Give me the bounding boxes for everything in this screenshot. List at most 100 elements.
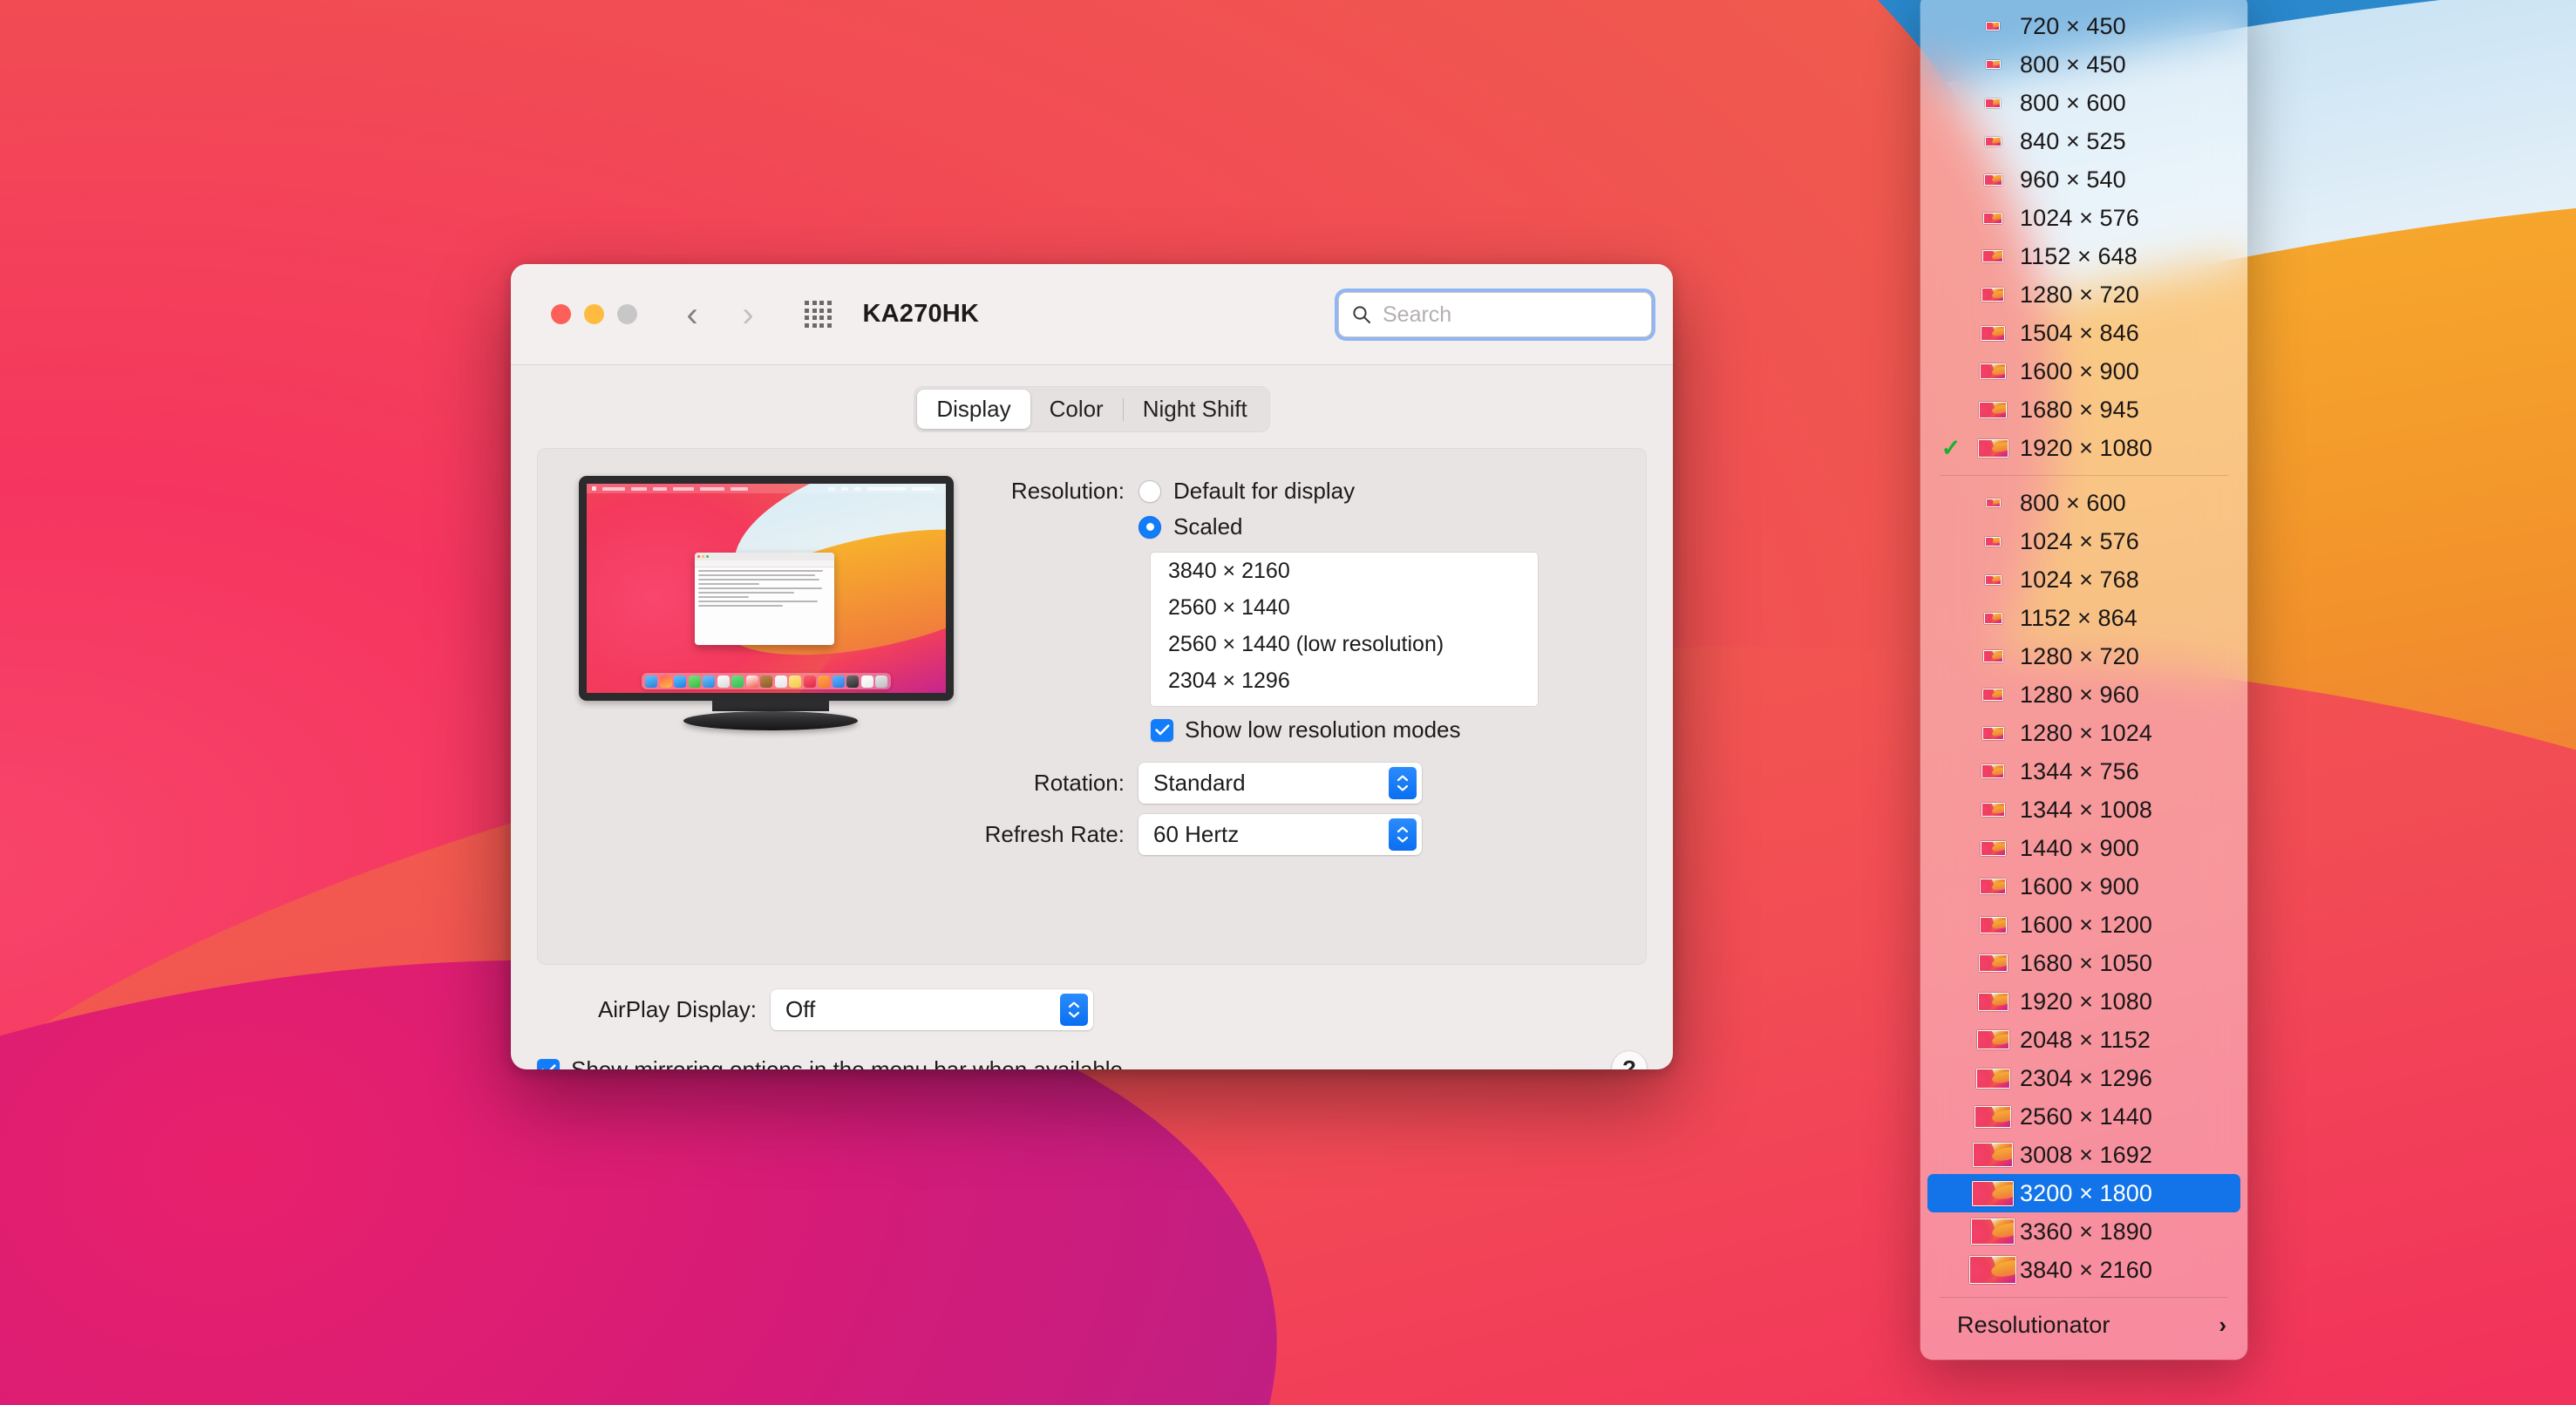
- menu-item-label: 1152 × 864: [2020, 604, 2138, 631]
- menu-item-resolution[interactable]: 1152 × 648: [1927, 237, 2240, 275]
- menu-item-resolution[interactable]: 3200 × 1800: [1927, 1174, 2240, 1212]
- menu-item-resolution[interactable]: 1280 × 720: [1927, 637, 2240, 675]
- menu-item-resolution[interactable]: 840 × 525: [1927, 122, 2240, 160]
- tab-display[interactable]: Display: [917, 390, 1030, 429]
- display-thumbnail-icon: [1973, 1143, 2013, 1167]
- menu-item-resolution[interactable]: 2560 × 1440: [1927, 1097, 2240, 1136]
- display-thumbnail-icon: [1980, 363, 2006, 379]
- menu-item-resolution[interactable]: 1280 × 720: [1927, 275, 2240, 314]
- menu-item-resolution[interactable]: 1152 × 864: [1927, 599, 2240, 637]
- menu-item-resolution[interactable]: 720 × 450: [1927, 7, 2240, 45]
- search-field[interactable]: [1338, 292, 1652, 337]
- zoom-button[interactable]: [617, 304, 637, 324]
- chevron-updown-icon[interactable]: [1389, 767, 1417, 799]
- menu-item-resolution[interactable]: 1440 × 900: [1927, 829, 2240, 867]
- display-thumbnail-icon: [1983, 612, 2002, 624]
- menu-item-resolution[interactable]: 1680 × 945: [1927, 390, 2240, 429]
- menu-item-label: 1024 × 768: [2020, 566, 2139, 593]
- menu-separator: [1940, 1297, 2228, 1298]
- menu-item-resolution[interactable]: 3840 × 2160: [1927, 1251, 2240, 1289]
- menu-item-resolution[interactable]: 1024 × 576: [1927, 522, 2240, 560]
- tab-color[interactable]: Color: [1030, 390, 1123, 429]
- menu-item-resolution[interactable]: 1504 × 846: [1927, 314, 2240, 352]
- search-icon: [1353, 306, 1370, 323]
- list-item[interactable]: 3840 × 2160: [1151, 553, 1538, 589]
- list-item[interactable]: 2560 × 1440: [1151, 589, 1538, 626]
- search-input[interactable]: [1383, 302, 1639, 328]
- menu-item-resolution[interactable]: 800 × 450: [1927, 45, 2240, 84]
- back-icon[interactable]: ‹: [674, 297, 710, 332]
- airplay-popup-button[interactable]: Off: [771, 989, 1093, 1030]
- menu-item-resolution[interactable]: 1024 × 768: [1927, 560, 2240, 599]
- system-preferences-window: ‹ › KA270HK Display Color: [511, 264, 1673, 1069]
- chevron-updown-icon[interactable]: [1389, 818, 1417, 851]
- radio-scaled[interactable]: Scaled: [1138, 513, 1243, 540]
- menu-item-resolution[interactable]: 960 × 540: [1927, 160, 2240, 199]
- menu-item-label: 1600 × 900: [2020, 872, 2139, 899]
- resolution-dropdown-menu[interactable]: 720 × 450 800 × 450 800 × 600 840 × 525 960 …: [1920, 0, 2247, 1360]
- menu-item-resolution[interactable]: 800 × 600: [1927, 84, 2240, 122]
- radio-scaled-icon[interactable]: [1138, 515, 1161, 539]
- menu-item-resolution[interactable]: 800 × 600: [1927, 484, 2240, 522]
- mirroring-checkbox[interactable]: [537, 1058, 560, 1069]
- thumbnail-cell: [1966, 363, 2020, 379]
- menu-item-label: 1680 × 1050: [2020, 949, 2152, 976]
- chevron-updown-icon[interactable]: [1060, 994, 1088, 1026]
- menu-item-resolution[interactable]: 2304 × 1296: [1927, 1059, 2240, 1097]
- menu-item-label: 1344 × 756: [2020, 757, 2139, 784]
- menu-item-label: 1920 × 1080: [2020, 434, 2152, 461]
- menu-item-resolution[interactable]: 1600 × 900: [1927, 352, 2240, 390]
- thumbnail-cell: [1966, 574, 2020, 585]
- menu-item-label: 3840 × 2160: [2020, 1256, 2152, 1283]
- display-thumbnail-icon: [1985, 60, 2001, 69]
- minimize-button[interactable]: [584, 304, 604, 324]
- menu-items-container: 720 × 450 800 × 450 800 × 600 840 × 525 960 …: [1920, 7, 2247, 1344]
- list-item[interactable]: 2560 × 1440 (low resolution): [1151, 626, 1538, 662]
- checkbox-checked-icon[interactable]: [1151, 718, 1173, 742]
- menu-item-label: 800 × 600: [2020, 89, 2126, 116]
- menu-item-resolution[interactable]: 1600 × 1200: [1927, 906, 2240, 944]
- radio-default-label: Default for display: [1173, 478, 1356, 504]
- show-low-resolution-modes-checkbox[interactable]: Show low resolution modes: [1151, 716, 1626, 743]
- resolution-row-default: Resolution: Default for display: [964, 478, 1626, 505]
- menu-item-resolution[interactable]: 1920 × 1080: [1927, 982, 2240, 1021]
- menu-item-resolution[interactable]: 1280 × 1024: [1927, 714, 2240, 752]
- menu-item-resolution[interactable]: 1344 × 1008: [1927, 791, 2240, 829]
- forward-icon[interactable]: ›: [730, 297, 766, 332]
- menu-item-resolution[interactable]: 1280 × 960: [1927, 675, 2240, 714]
- thumbnail-cell: [1966, 1068, 2020, 1089]
- show-mirroring-options-row: Show mirroring options in the menu bar w…: [537, 1051, 1647, 1069]
- rotation-popup-button[interactable]: Standard: [1138, 763, 1422, 804]
- tab-night-shift[interactable]: Night Shift: [1124, 390, 1267, 429]
- display-thumbnail-icon: [1980, 840, 2006, 856]
- thumbnail-cell: [1966, 1218, 2020, 1245]
- help-button[interactable]: ?: [1612, 1051, 1647, 1069]
- menu-item-label: 2560 × 1440: [2020, 1103, 2152, 1130]
- menu-item-resolutionator[interactable]: Resolutionator ›: [1927, 1306, 2240, 1344]
- display-thumbnail-icon: [1982, 650, 2003, 662]
- list-item[interactable]: 2304 × 1296: [1151, 662, 1538, 699]
- close-button[interactable]: [551, 304, 571, 324]
- refresh-rate-popup-button[interactable]: 60 Hertz: [1138, 814, 1422, 855]
- thumbnail-cell: [1966, 22, 2020, 31]
- menu-item-resolution[interactable]: 3008 × 1692: [1927, 1136, 2240, 1174]
- menu-item-resolution[interactable]: 1680 × 1050: [1927, 944, 2240, 982]
- show-all-grid-icon[interactable]: [805, 301, 832, 328]
- airplay-value: Off: [785, 996, 816, 1022]
- menu-item-resolution[interactable]: 1344 × 756: [1927, 752, 2240, 791]
- menu-item-resolution[interactable]: 1024 × 576: [1927, 199, 2240, 237]
- resolution-options-list[interactable]: 3840 × 2160 2560 × 1440 2560 × 1440 (low…: [1151, 553, 1538, 706]
- thumbnail-cell: [1966, 173, 2020, 186]
- menu-item-resolution[interactable]: 1600 × 900: [1927, 867, 2240, 906]
- menu-item-resolution[interactable]: ✓ 1920 × 1080: [1927, 429, 2240, 467]
- preview-textedit-window: [694, 553, 835, 645]
- menu-item-label: 800 × 600: [2020, 489, 2126, 516]
- thumbnail-cell: [1966, 325, 2020, 341]
- menu-item-resolution[interactable]: 3360 × 1890: [1927, 1212, 2240, 1251]
- display-thumbnail-icon: [1982, 689, 2003, 701]
- radio-default-for-display[interactable]: Default for display: [1138, 478, 1355, 505]
- menu-item-resolution[interactable]: 2048 × 1152: [1927, 1021, 2240, 1059]
- list-item[interactable]: 2304 × 1296 (low resolution): [1151, 699, 1538, 706]
- display-thumbnail-icon: [1986, 22, 2000, 31]
- radio-default-icon[interactable]: [1138, 479, 1161, 503]
